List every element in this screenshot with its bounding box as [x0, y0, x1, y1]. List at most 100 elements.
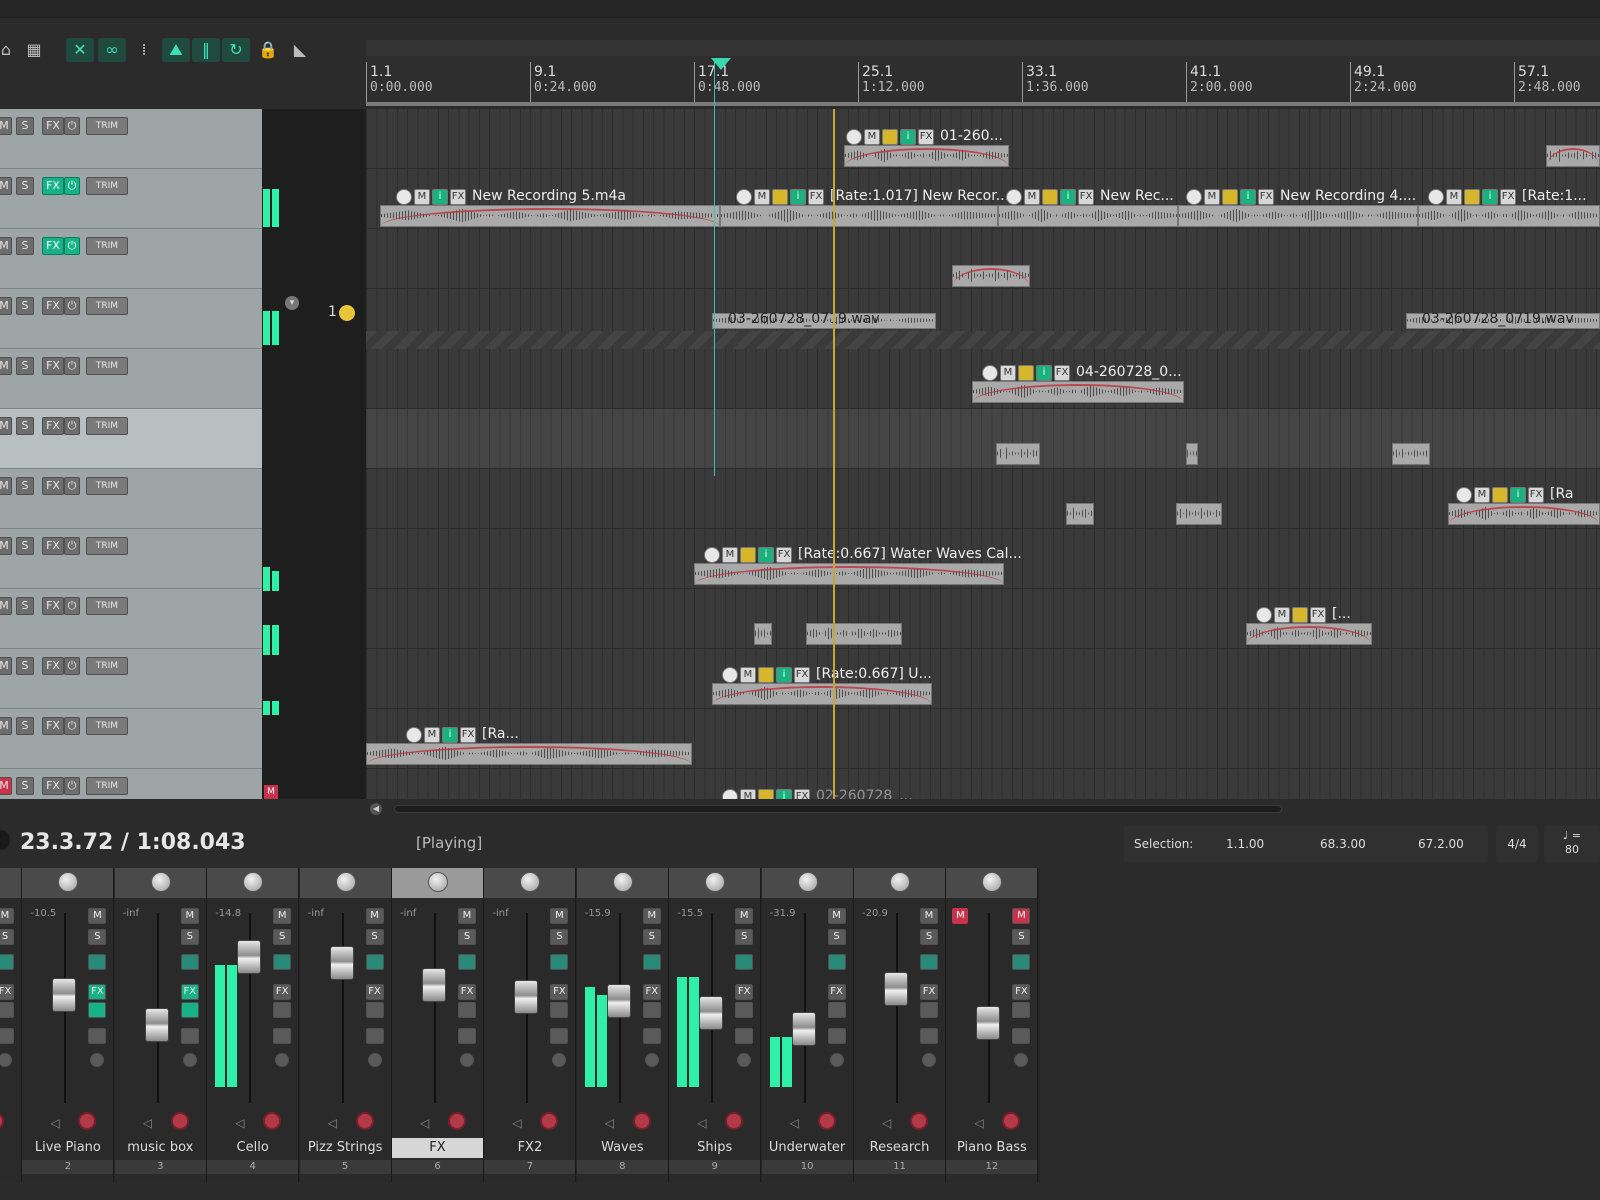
media-item[interactable] — [1418, 205, 1600, 227]
automation-icon[interactable] — [920, 1028, 938, 1044]
media-item[interactable] — [366, 743, 692, 765]
track-fx-bypass-button[interactable]: ⏻ — [64, 537, 80, 555]
selection-start[interactable]: 1.1.00 — [1226, 837, 1264, 851]
track-fx-button[interactable]: FX — [42, 717, 64, 735]
pan-knob[interactable] — [890, 872, 910, 892]
item-grouping-icon[interactable] — [1292, 607, 1308, 623]
item-properties-icon[interactable]: i — [900, 129, 916, 145]
item-mute-button[interactable]: M — [1204, 189, 1220, 205]
volume-fader[interactable] — [422, 968, 446, 1002]
item-properties-icon[interactable]: i — [432, 189, 448, 205]
track-automation-mode-button[interactable]: TRIM — [86, 657, 128, 675]
track-fx-button[interactable]: FX — [42, 177, 64, 195]
media-item[interactable] — [1186, 443, 1198, 465]
metronome-icon[interactable]: ⌂ — [0, 38, 20, 62]
strip-mute-button[interactable]: M — [827, 908, 846, 924]
record-arm-button[interactable] — [0, 1112, 4, 1130]
track-fx-bypass-button[interactable]: ⏻ — [64, 597, 80, 615]
automation-icon[interactable] — [642, 1028, 661, 1044]
track-mute-button[interactable]: M — [0, 297, 12, 315]
media-item[interactable] — [712, 683, 932, 705]
strip-name[interactable]: music box — [115, 1138, 206, 1158]
record-arm-button[interactable] — [78, 1112, 97, 1130]
strip-solo-button[interactable]: S — [735, 929, 754, 945]
track-solo-button[interactable]: S — [16, 537, 34, 555]
speaker-icon[interactable]: ◁ — [882, 1116, 891, 1130]
item-fx-button[interactable]: FX — [808, 189, 824, 205]
strip-mute-button[interactable]: M — [273, 908, 292, 924]
record-arm-button[interactable] — [1002, 1112, 1021, 1130]
item-lock-icon[interactable] — [1256, 607, 1272, 623]
loop-icon[interactable]: ↻ — [222, 38, 250, 62]
pan-knob[interactable] — [797, 872, 818, 892]
fx-bypass-icon[interactable] — [642, 1002, 661, 1018]
volume-fader[interactable] — [329, 946, 354, 980]
track-automation-mode-button[interactable]: TRIM — [86, 537, 128, 555]
mixer-strip[interactable]: -15.9 M S FX ◁ Waves 8 — [576, 868, 669, 1182]
position-display[interactable]: 23.3.72 / 1:08.043 — [20, 830, 246, 855]
fx-bypass-icon[interactable] — [273, 1002, 292, 1018]
strip-solo-button[interactable]: S — [0, 929, 14, 945]
record-arm-button[interactable] — [540, 1112, 559, 1130]
timeline-ruler[interactable]: 1.10:00.000 9.10:24.000 17.10:48.000 25.… — [366, 40, 1600, 106]
track-fx-button[interactable]: FX — [42, 477, 64, 495]
automation-icon[interactable] — [1012, 1028, 1031, 1044]
item-grouping-icon[interactable] — [1042, 189, 1058, 205]
item-lock-icon[interactable] — [396, 189, 412, 205]
mixer-strip[interactable]: -14.8 M S FX ◁ Cello 4 — [207, 868, 300, 1182]
item-properties-icon[interactable]: i — [776, 667, 792, 683]
track-automation-mode-button[interactable]: TRIM — [86, 777, 128, 795]
phase-invert-icon[interactable] — [552, 1053, 567, 1067]
speaker-icon[interactable]: ◁ — [605, 1116, 614, 1130]
media-item[interactable] — [806, 623, 902, 645]
item-fx-button[interactable]: FX — [1528, 487, 1544, 503]
automation-icon[interactable] — [365, 1028, 384, 1044]
track-solo-button[interactable]: S — [16, 777, 34, 795]
pan-knob[interactable] — [150, 872, 171, 892]
fx-bypass-icon[interactable] — [458, 1002, 476, 1018]
track-automation-mode-button[interactable]: TRIM — [86, 417, 128, 435]
item-grouping-icon[interactable]: ∞ — [98, 38, 126, 62]
strip-mute-button[interactable]: M — [458, 908, 476, 924]
phase-invert-icon[interactable] — [922, 1053, 936, 1067]
speaker-icon[interactable]: ◁ — [974, 1116, 983, 1130]
media-item[interactable] — [380, 205, 720, 227]
fx-bypass-icon[interactable] — [550, 1002, 569, 1018]
strip-name[interactable]: Ships — [669, 1138, 760, 1158]
track-solo-button[interactable]: S — [16, 717, 34, 735]
item-fx-button[interactable]: FX — [1258, 189, 1274, 205]
volume-fader[interactable] — [52, 978, 77, 1012]
volume-fader[interactable] — [144, 1008, 169, 1042]
item-lock-icon[interactable] — [406, 727, 422, 743]
record-mode-icon[interactable] — [273, 954, 292, 970]
marker-icon[interactable] — [339, 305, 355, 321]
item-grouping-icon[interactable] — [758, 789, 774, 799]
track-automation-mode-button[interactable]: TRIM — [86, 357, 128, 375]
tempo-display[interactable]: ♩ = 80 — [1544, 826, 1600, 862]
track-fx-bypass-button[interactable]: ⏻ — [64, 117, 80, 135]
automation-icon[interactable] — [180, 1028, 199, 1044]
mixer-strip[interactable]: -10.5 M S FX ◁ Live Piano 2 — [22, 868, 115, 1182]
strip-name[interactable]: Cello — [207, 1138, 298, 1158]
item-lock-icon[interactable] — [704, 547, 720, 563]
strip-name[interactable]: Pizz Strings — [300, 1138, 391, 1158]
automation-icon[interactable] — [827, 1028, 846, 1044]
automation-icon[interactable] — [550, 1028, 569, 1044]
track-fx-bypass-button[interactable]: ⏻ — [64, 177, 80, 195]
track-row[interactable]: M S FX ⏻ TRIM — [0, 409, 262, 469]
item-fx-button[interactable]: FX — [776, 547, 792, 563]
track-row[interactable]: M S FX ⏻ TRIM — [0, 349, 262, 409]
media-item[interactable] — [1178, 205, 1418, 227]
record-mode-icon[interactable] — [0, 954, 14, 970]
strip-solo-button[interactable]: S — [365, 929, 384, 945]
item-lock-icon[interactable] — [846, 129, 862, 145]
record-arm-button[interactable] — [448, 1112, 466, 1130]
item-mute-button[interactable]: M — [414, 189, 430, 205]
item-mute-button[interactable]: M — [740, 789, 756, 799]
item-properties-icon[interactable]: i — [1482, 189, 1498, 205]
strip-name[interactable]: FX2 — [484, 1138, 575, 1158]
mixer-strip[interactable]: -31.9 M S FX ◁ Underwater 10 — [761, 868, 854, 1182]
fx-bypass-icon[interactable] — [920, 1002, 938, 1018]
item-fx-button[interactable]: FX — [794, 789, 810, 799]
media-item[interactable] — [1392, 443, 1430, 465]
